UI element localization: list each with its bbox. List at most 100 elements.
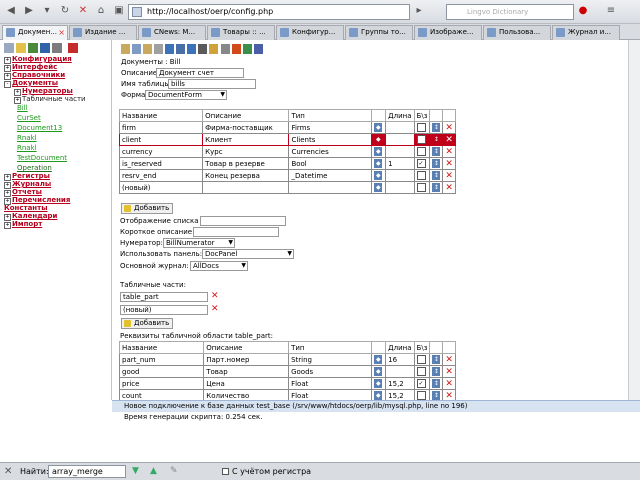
addon-icon[interactable]: ● <box>576 4 590 18</box>
function-icon[interactable] <box>221 44 230 54</box>
move-icon[interactable]: ↕ <box>432 379 441 388</box>
page-scrollbar[interactable] <box>628 40 640 400</box>
sidebar-item-rnakl-2[interactable]: Rnakl <box>17 144 37 152</box>
close-tab-icon[interactable]: × <box>58 26 65 39</box>
nosign-checkbox[interactable]: ✓ <box>416 379 426 388</box>
journal-select[interactable]: AllDocs ▼ <box>190 261 248 271</box>
open-icon[interactable] <box>143 44 152 54</box>
type-picker-icon[interactable]: ◆ <box>374 367 383 376</box>
form-icon[interactable] <box>187 44 196 54</box>
search-field[interactable]: Lingvo Dictionary <box>446 4 574 20</box>
dropdown-icon[interactable]: ▾ <box>40 4 54 18</box>
tree-close-icon[interactable] <box>68 43 78 53</box>
short-desc-input[interactable] <box>193 227 279 237</box>
tree-back-icon[interactable] <box>28 43 38 53</box>
save-icon[interactable] <box>132 44 141 54</box>
url-field[interactable]: http://localhost/oerp/config.php <box>128 4 410 20</box>
type-picker-icon[interactable]: ◆ <box>374 183 383 192</box>
tree-folder-icon[interactable] <box>4 43 14 53</box>
nosign-checkbox[interactable]: ✓ <box>416 159 426 168</box>
back-icon[interactable]: ◀ <box>4 4 18 18</box>
find-next-icon[interactable]: ▼ <box>132 466 139 476</box>
sidebar-item-testdocument[interactable]: TestDocument <box>17 154 67 162</box>
move-icon[interactable]: ↕ <box>432 391 441 400</box>
nosign-checkbox[interactable] <box>416 183 426 192</box>
panel-select[interactable]: DocPanel ▼ <box>202 249 294 259</box>
move-icon[interactable]: ↕ <box>432 147 441 156</box>
tab-6[interactable]: Изображе... <box>414 25 482 40</box>
type-picker-icon[interactable]: ◆ <box>374 135 383 144</box>
form-select[interactable]: DocumentForm ▼ <box>145 90 227 100</box>
delete-icon[interactable]: ✕ <box>445 147 453 157</box>
tab-0[interactable]: Докумен... × <box>2 25 68 40</box>
move-icon[interactable]: ↕ <box>432 123 441 132</box>
numerator-select[interactable]: BillNumerator ▼ <box>163 238 235 248</box>
type-picker-icon[interactable]: ◆ <box>374 123 383 132</box>
delete-icon[interactable]: ✕ <box>445 391 453 401</box>
module-icon[interactable] <box>209 44 218 54</box>
match-case-checkbox[interactable] <box>222 468 229 475</box>
text-icon[interactable] <box>198 44 207 54</box>
export-icon[interactable] <box>243 44 252 54</box>
sidebar-item-bill[interactable]: Bill <box>17 104 28 112</box>
tab-4[interactable]: Конфигур... <box>276 25 344 40</box>
doc-icon[interactable] <box>121 44 130 54</box>
move-icon[interactable]: ↕ <box>432 355 441 364</box>
nosign-checkbox[interactable] <box>416 171 426 180</box>
nosign-checkbox[interactable] <box>416 135 426 144</box>
expand-icon[interactable]: + <box>14 97 21 104</box>
tab-8[interactable]: Журнал и... <box>552 25 620 40</box>
list-view-input[interactable] <box>200 216 286 226</box>
table-icon[interactable] <box>165 44 174 54</box>
sidebar-item-operation[interactable]: Operation <box>17 164 52 172</box>
desc-input[interactable]: Документ счет <box>156 68 244 78</box>
reload-icon[interactable]: ↻ <box>58 4 72 18</box>
move-icon[interactable]: ↕ <box>432 159 441 168</box>
tab-5[interactable]: Группы то... <box>345 25 413 40</box>
tab-3[interactable]: Товары :: ... <box>207 25 275 40</box>
bookmark-icon[interactable]: ▣ <box>112 4 126 18</box>
delete-icon[interactable]: ✕ <box>445 123 453 133</box>
add-attribute-button[interactable]: Добавить <box>121 203 174 214</box>
menu-icon[interactable]: ≡ <box>604 4 618 18</box>
run-icon[interactable] <box>232 44 241 54</box>
expand-icon[interactable]: + <box>4 222 11 229</box>
collapse-icon[interactable]: - <box>4 81 11 88</box>
tab-2[interactable]: CNews: M... <box>138 25 206 40</box>
list-icon[interactable] <box>176 44 185 54</box>
delete-tablepart-icon[interactable]: ✕ <box>211 291 219 301</box>
tab-1[interactable]: Издание ... <box>69 25 137 40</box>
delete-icon[interactable]: ✕ <box>445 183 453 193</box>
type-picker-icon[interactable]: ◆ <box>374 147 383 156</box>
move-icon[interactable]: ↕ <box>432 183 441 192</box>
type-picker-icon[interactable]: ◆ <box>374 391 383 400</box>
home-icon[interactable]: ⌂ <box>94 4 108 18</box>
type-picker-icon[interactable]: ◆ <box>374 159 383 168</box>
sidebar-item-import[interactable]: + Импорт <box>4 220 42 229</box>
move-icon[interactable]: ↕ <box>432 171 441 180</box>
table-name-input[interactable]: bills <box>168 79 256 89</box>
nosign-checkbox[interactable] <box>416 147 426 156</box>
stop-icon[interactable]: ✕ <box>76 4 90 18</box>
find-prev-icon[interactable]: ▲ <box>150 466 157 476</box>
edit-icon[interactable] <box>154 44 163 54</box>
nosign-checkbox[interactable] <box>416 391 426 400</box>
sidebar-item-rnakl[interactable]: Rnakl <box>17 134 37 142</box>
type-picker-icon[interactable]: ◆ <box>374 379 383 388</box>
type-picker-icon[interactable]: ◆ <box>374 171 383 180</box>
nosign-checkbox[interactable] <box>416 355 426 364</box>
close-icon[interactable]: ✕ <box>4 466 12 477</box>
tree-open-icon[interactable] <box>16 43 26 53</box>
find-input[interactable]: array_merge <box>48 465 126 478</box>
delete-icon[interactable]: ✕ <box>445 355 453 365</box>
delete-icon[interactable]: ✕ <box>445 367 453 377</box>
delete-icon[interactable]: ✕ <box>445 171 453 181</box>
tab-7[interactable]: Пользова... <box>483 25 551 40</box>
nosign-checkbox[interactable] <box>416 123 426 132</box>
nosign-checkbox[interactable] <box>416 367 426 376</box>
sidebar-item-constants[interactable]: Константы <box>4 204 48 212</box>
delete-icon[interactable]: ✕ <box>445 379 453 389</box>
tree-forward-icon[interactable] <box>40 43 50 53</box>
type-picker-icon[interactable]: ◆ <box>374 355 383 364</box>
delete-icon[interactable]: ✕ <box>445 159 453 169</box>
